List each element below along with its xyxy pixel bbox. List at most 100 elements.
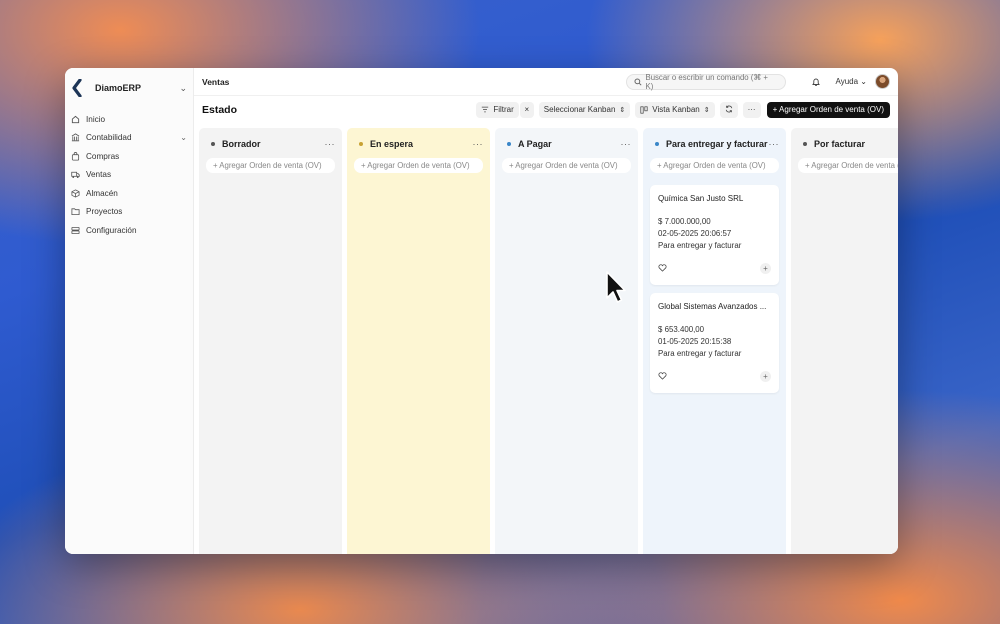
sidebar-item-almacen[interactable]: Almacén xyxy=(65,184,193,203)
kanban-column-en-espera: En espera ··· + Agregar Orden de venta (… xyxy=(347,128,490,554)
close-icon: × xyxy=(524,105,530,114)
breadcrumb[interactable]: Ventas xyxy=(202,77,626,87)
ellipsis-icon: ··· xyxy=(747,105,756,114)
column-header: Borrador ··· xyxy=(206,134,335,154)
bell-icon[interactable] xyxy=(810,76,822,88)
sidebar-item-label: Ventas xyxy=(86,170,112,180)
refresh-icon xyxy=(725,105,733,115)
kanban-column-borrador: Borrador ··· + Agregar Orden de venta (O… xyxy=(199,128,342,554)
kanban-card[interactable]: Global Sistemas Avanzados ... $ 653.400,… xyxy=(650,293,779,393)
column-title: Por facturar xyxy=(814,139,866,149)
column-title: Borrador xyxy=(222,139,261,149)
bag-icon xyxy=(71,151,80,161)
view-kanban-label: Vista Kanban xyxy=(652,105,700,114)
sidebar-item-inicio[interactable]: Inicio xyxy=(65,110,193,129)
help-menu[interactable]: Ayuda ⌄ xyxy=(836,77,867,86)
kanban-board: Borrador ··· + Agregar Orden de venta (O… xyxy=(194,123,898,554)
box-icon xyxy=(71,189,80,198)
column-header: En espera ··· xyxy=(354,134,483,154)
card-amount: $ 7.000.000,00 xyxy=(658,217,711,226)
sidebar-item-configuracion[interactable]: Configuración xyxy=(65,221,193,240)
sidebar-item-label: Configuración xyxy=(86,225,137,235)
add-sales-order-button[interactable]: + Agregar Orden de venta (OV) xyxy=(354,158,483,173)
column-menu-icon[interactable]: ··· xyxy=(769,139,780,149)
home-icon xyxy=(71,115,80,124)
app-window: DiamoERP ⌄ Inicio Contabilidad ⌄ Compras… xyxy=(65,68,898,554)
status-dot xyxy=(655,142,659,146)
avatar[interactable] xyxy=(875,74,890,89)
chevron-down-icon: ⌄ xyxy=(860,77,867,86)
select-kanban-dropdown[interactable]: Seleccionar Kanban ⇕ xyxy=(538,101,631,118)
sidebar-nav: Inicio Contabilidad ⌄ Compras Ventas Alm… xyxy=(65,110,193,240)
kanban-column-a-pagar: A Pagar ··· + Agregar Orden de venta (OV… xyxy=(495,128,638,554)
sidebar-item-contabilidad[interactable]: Contabilidad ⌄ xyxy=(65,129,193,148)
refresh-button[interactable] xyxy=(719,101,738,118)
sidebar-item-compras[interactable]: Compras xyxy=(65,147,193,166)
card-date: 02-05-2025 20:06:57 xyxy=(658,229,732,238)
sidebar: DiamoERP ⌄ Inicio Contabilidad ⌄ Compras… xyxy=(65,68,194,554)
filter-label: Filtrar xyxy=(493,105,514,114)
column-menu-icon[interactable]: ··· xyxy=(621,139,632,149)
add-sales-order-button[interactable]: + Agregar Orden de venta (OV) xyxy=(502,158,631,173)
workspace-switcher[interactable]: DiamoERP ⌄ xyxy=(65,76,193,100)
topbar: Ventas Buscar o escribir un comando (⌘ +… xyxy=(194,68,898,96)
more-options-button[interactable]: ··· xyxy=(742,101,761,118)
card-status: Para entregar y facturar xyxy=(658,241,742,250)
kanban-column-por-facturar: Por facturar + Agregar Orden de venta (O… xyxy=(791,128,898,554)
card-title: Química San Justo SRL xyxy=(658,194,744,203)
status-dot xyxy=(359,142,363,146)
card-footer: + xyxy=(658,259,771,277)
column-header: Para entregar y facturar ··· xyxy=(650,134,779,154)
chevron-down-icon: ⌄ xyxy=(179,82,187,93)
add-sales-order-button[interactable]: + Agregar Orden de venta (OV) xyxy=(206,158,335,173)
status-dot xyxy=(803,142,807,146)
heart-icon[interactable] xyxy=(658,259,667,277)
clear-filter-button[interactable]: × xyxy=(519,101,534,118)
search-icon xyxy=(633,77,642,86)
sidebar-item-label: Inicio xyxy=(86,114,106,124)
column-title: Para entregar y facturar xyxy=(666,139,768,149)
add-sales-order-button[interactable]: + Agregar Orden de venta (OV) xyxy=(650,158,779,173)
heart-icon[interactable] xyxy=(658,367,667,385)
filter-button[interactable]: Filtrar xyxy=(476,101,519,118)
folder-icon xyxy=(71,207,80,216)
toolbar: Estado Filtrar × Seleccionar Kanban ⇕ Vi… xyxy=(194,96,898,123)
sidebar-item-proyectos[interactable]: Proyectos xyxy=(65,203,193,222)
main-content: Ventas Buscar o escribir un comando (⌘ +… xyxy=(194,68,898,554)
sidebar-item-label: Proyectos xyxy=(86,207,123,217)
view-kanban-dropdown[interactable]: Vista Kanban ⇕ xyxy=(635,101,715,118)
card-status: Para entregar y facturar xyxy=(658,349,742,358)
page-title: Estado xyxy=(202,103,238,116)
status-dot xyxy=(211,142,215,146)
column-menu-icon[interactable]: ··· xyxy=(325,139,336,149)
sort-arrows-icon: ⇕ xyxy=(619,106,626,114)
column-header: Por facturar xyxy=(798,134,898,154)
filter-icon xyxy=(481,106,489,113)
kanban-card[interactable]: Química San Justo SRL $ 7.000.000,00 02-… xyxy=(650,185,779,285)
column-menu-icon[interactable]: ··· xyxy=(473,139,484,149)
search-input[interactable]: Buscar o escribir un comando (⌘ + K) xyxy=(625,73,786,91)
sort-arrows-icon: ⇕ xyxy=(703,106,710,114)
add-icon[interactable]: + xyxy=(760,262,771,274)
help-label: Ayuda xyxy=(835,77,859,86)
status-dot xyxy=(507,142,511,146)
card-footer: + xyxy=(658,367,771,385)
mouse-cursor-icon xyxy=(606,271,626,303)
kanban-column-para-entregar-y-facturar: Para entregar y facturar ··· + Agregar O… xyxy=(643,128,786,554)
brand-name: DiamoERP xyxy=(95,83,142,93)
sidebar-item-ventas[interactable]: Ventas xyxy=(65,166,193,185)
card-amount: $ 653.400,00 xyxy=(658,325,705,334)
card-title: Global Sistemas Avanzados ... xyxy=(658,302,767,311)
truck-icon xyxy=(71,170,80,179)
sidebar-item-label: Compras xyxy=(86,151,120,161)
sidebar-item-label: Contabilidad xyxy=(86,133,132,143)
brand-logo xyxy=(72,79,82,97)
add-sales-order-button[interactable]: + Agregar Orden de venta (OV) xyxy=(766,101,890,118)
card-date: 01-05-2025 20:15:38 xyxy=(658,337,732,346)
kanban-icon xyxy=(640,105,648,114)
chevron-down-icon[interactable]: ⌄ xyxy=(180,133,187,142)
add-icon[interactable]: + xyxy=(760,370,771,382)
column-header: A Pagar ··· xyxy=(502,134,631,154)
add-sales-order-button[interactable]: + Agregar Orden de venta (OV) xyxy=(798,158,898,173)
column-title: A Pagar xyxy=(518,139,552,149)
